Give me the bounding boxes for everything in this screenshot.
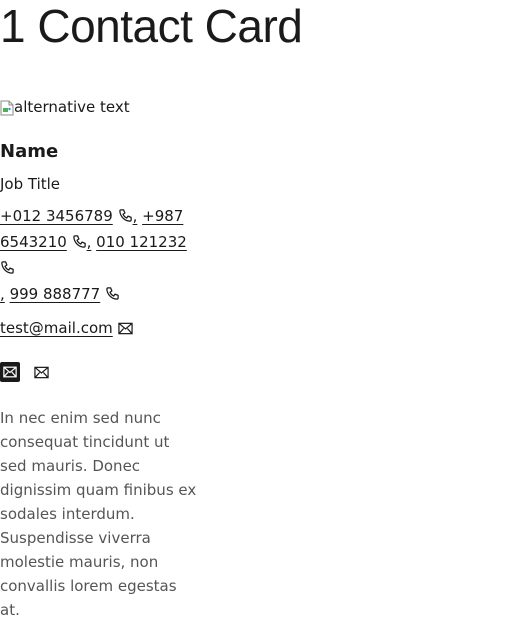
- phone-icon: [72, 232, 87, 256]
- avatar: alternative text: [0, 96, 200, 118]
- phone-list: +012 3456789 , +987 6543210 , 010 121232…: [0, 204, 200, 308]
- contact-card: alternative text Name Job Title +012 345…: [0, 96, 200, 622]
- page-title: 1 Contact Card: [0, 0, 303, 52]
- job-title: Job Title: [0, 175, 61, 193]
- phone-link[interactable]: 999 888777: [10, 285, 101, 303]
- phone-separator: ,: [0, 285, 5, 303]
- phone-link[interactable]: 010 121232: [96, 233, 187, 251]
- email-link[interactable]: test@mail.com: [0, 319, 113, 337]
- contact-description: In nec enim sed nunc consequat tincidunt…: [0, 409, 197, 619]
- phone-icon: [105, 284, 120, 308]
- contact-name: Name: [0, 141, 59, 162]
- phone-icon: [118, 206, 133, 230]
- envelope-icon[interactable]: [34, 362, 49, 386]
- phone-separator: ,: [86, 233, 92, 251]
- envelope-filled-icon[interactable]: [0, 362, 20, 382]
- envelope-icon: [117, 318, 133, 342]
- phone-link[interactable]: +012 3456789: [0, 207, 113, 225]
- broken-image-icon: [0, 99, 14, 116]
- phone-icon: [0, 258, 15, 282]
- email-row: test@mail.com: [0, 316, 200, 342]
- avatar-alt-text: alternative text: [14, 98, 130, 116]
- phone-separator: ,: [132, 207, 138, 225]
- social-links: [0, 354, 200, 390]
